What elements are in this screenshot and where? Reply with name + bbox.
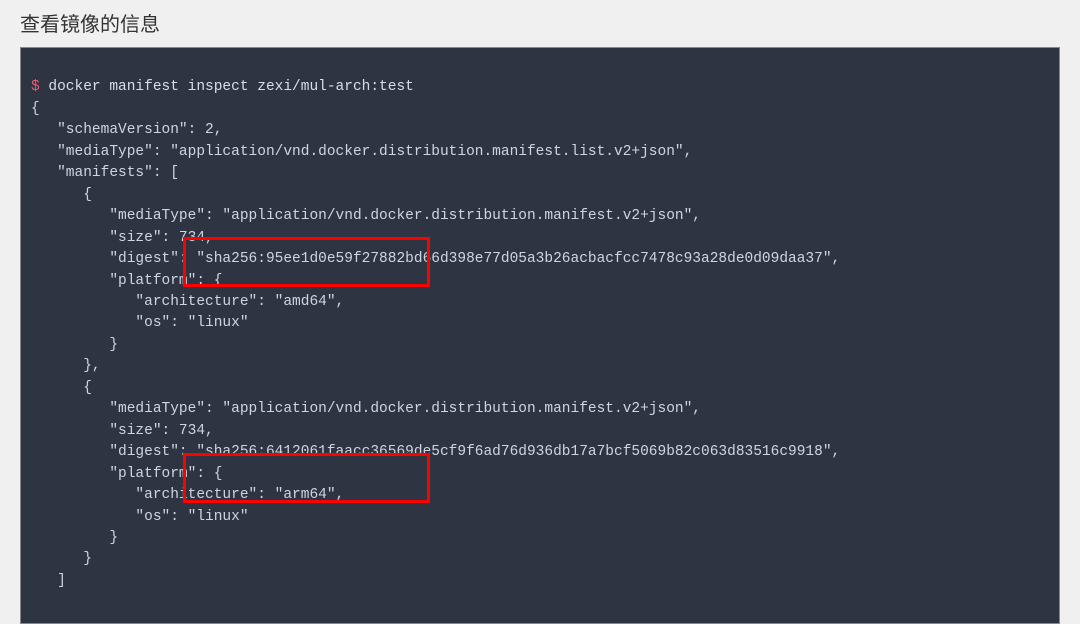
- output-line: "architecture": "arm64",: [31, 487, 344, 503]
- output-line: "schemaVersion": 2,: [31, 122, 222, 138]
- terminal: $ docker manifest inspect zexi/mul-arch:…: [21, 48, 1059, 623]
- output-line: "mediaType": "application/vnd.docker.dis…: [31, 208, 701, 224]
- output-line: {: [31, 187, 92, 203]
- output-line: "architecture": "amd64",: [31, 294, 344, 310]
- output-line: }: [31, 530, 118, 546]
- shell-prompt: $: [31, 79, 48, 95]
- output-line: "mediaType": "application/vnd.docker.dis…: [31, 401, 701, 417]
- output-line: "os": "linux": [31, 509, 249, 525]
- output-line: }: [31, 551, 92, 567]
- output-line: {: [31, 101, 40, 117]
- output-line: }: [31, 337, 118, 353]
- output-line: "os": "linux": [31, 315, 249, 331]
- output-line: "platform": {: [31, 273, 222, 289]
- output-line: ]: [31, 573, 66, 589]
- output-line: "digest": "sha256:95ee1d0e59f27882bd66d3…: [31, 251, 840, 267]
- output-line: "mediaType": "application/vnd.docker.dis…: [31, 144, 692, 160]
- output-line: "size": 734,: [31, 423, 214, 439]
- output-line: "size": 734,: [31, 230, 214, 246]
- output-line: {: [31, 380, 92, 396]
- output-line: "platform": {: [31, 466, 222, 482]
- output-line: "digest": "sha256:6412061faacc36569de5cf…: [31, 444, 840, 460]
- output-line: "manifests": [: [31, 165, 179, 181]
- terminal-wrapper: $ docker manifest inspect zexi/mul-arch:…: [20, 47, 1060, 624]
- shell-command: docker manifest inspect zexi/mul-arch:te…: [48, 79, 413, 95]
- output-line: },: [31, 358, 101, 374]
- page-title: 查看镜像的信息: [0, 0, 1080, 47]
